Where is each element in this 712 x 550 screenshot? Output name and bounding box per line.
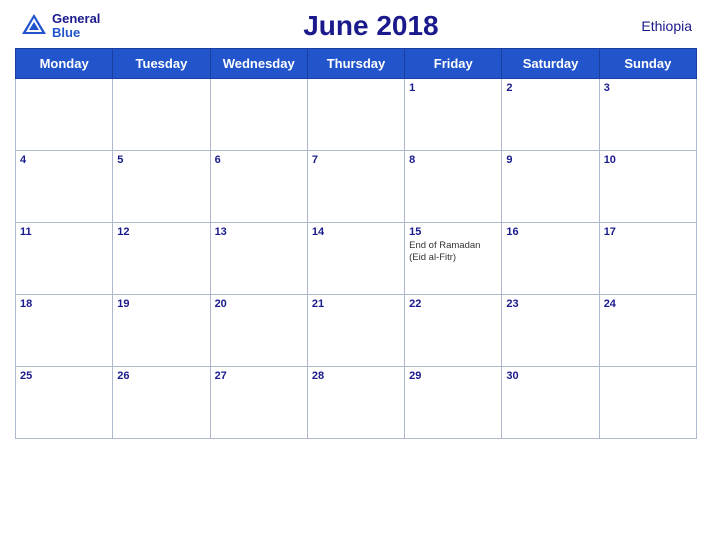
calendar-cell: 17 <box>599 223 696 295</box>
calendar-cell: 2 <box>502 79 599 151</box>
weekday-header-row: MondayTuesdayWednesdayThursdayFridaySatu… <box>16 49 697 79</box>
day-number: 28 <box>312 370 400 382</box>
calendar-cell <box>307 79 404 151</box>
calendar-cell: 14 <box>307 223 404 295</box>
calendar-cell: 4 <box>16 151 113 223</box>
day-number: 9 <box>506 154 594 166</box>
calendar-cell: 18 <box>16 295 113 367</box>
calendar-header: General Blue June 2018 Ethiopia <box>15 10 697 42</box>
calendar-cell: 21 <box>307 295 404 367</box>
calendar-cell: 23 <box>502 295 599 367</box>
day-number: 12 <box>117 226 205 238</box>
day-number: 10 <box>604 154 692 166</box>
day-number: 29 <box>409 370 497 382</box>
calendar-cell: 20 <box>210 295 307 367</box>
calendar-week-row: 25 26 27 28 29 30 <box>16 367 697 439</box>
calendar-cell: 3 <box>599 79 696 151</box>
day-number: 30 <box>506 370 594 382</box>
calendar-cell: 7 <box>307 151 404 223</box>
calendar-cell: 8 <box>405 151 502 223</box>
day-number: 5 <box>117 154 205 166</box>
calendar-cell <box>16 79 113 151</box>
calendar-cell: 13 <box>210 223 307 295</box>
day-number: 27 <box>215 370 303 382</box>
calendar-cell <box>599 367 696 439</box>
weekday-header-saturday: Saturday <box>502 49 599 79</box>
day-number: 26 <box>117 370 205 382</box>
day-number: 20 <box>215 298 303 310</box>
day-number: 8 <box>409 154 497 166</box>
calendar-cell: 1 <box>405 79 502 151</box>
calendar-cell: 22 <box>405 295 502 367</box>
weekday-header-monday: Monday <box>16 49 113 79</box>
calendar-week-row: 456789 10 <box>16 151 697 223</box>
calendar-cell: 12 <box>113 223 210 295</box>
calendar-cell: 15 End of Ramadan (Eid al-Fitr) <box>405 223 502 295</box>
day-number: 7 <box>312 154 400 166</box>
day-number: 14 <box>312 226 400 238</box>
day-number: 16 <box>506 226 594 238</box>
calendar-cell: 10 <box>599 151 696 223</box>
calendar-cell: 19 <box>113 295 210 367</box>
calendar-cell: 30 <box>502 367 599 439</box>
calendar-week-row: 11 12 13 14 15 End of Ramadan (Eid al-Fitr) 16… <box>16 223 697 295</box>
day-number: 13 <box>215 226 303 238</box>
day-event: End of Ramadan (Eid al-Fitr) <box>409 240 497 265</box>
weekday-header-tuesday: Tuesday <box>113 49 210 79</box>
logo-icon <box>20 12 48 40</box>
day-number: 21 <box>312 298 400 310</box>
calendar-week-row: 18 19 20 21 22 23 24 <box>16 295 697 367</box>
logo-text: General Blue <box>52 12 100 41</box>
calendar-cell: 25 <box>16 367 113 439</box>
calendar-cell: 27 <box>210 367 307 439</box>
day-number: 3 <box>604 82 692 94</box>
weekday-header-sunday: Sunday <box>599 49 696 79</box>
day-number: 15 <box>409 226 497 238</box>
day-number: 23 <box>506 298 594 310</box>
day-number: 6 <box>215 154 303 166</box>
calendar-cell <box>113 79 210 151</box>
calendar-cell: 5 <box>113 151 210 223</box>
calendar-cell: 16 <box>502 223 599 295</box>
calendar-cell: 28 <box>307 367 404 439</box>
day-number: 2 <box>506 82 594 94</box>
calendar-table: MondayTuesdayWednesdayThursdayFridaySatu… <box>15 48 697 439</box>
day-number: 17 <box>604 226 692 238</box>
weekday-header-thursday: Thursday <box>307 49 404 79</box>
day-number: 4 <box>20 154 108 166</box>
weekday-header-friday: Friday <box>405 49 502 79</box>
calendar-cell: 6 <box>210 151 307 223</box>
day-number: 25 <box>20 370 108 382</box>
page: General Blue June 2018 Ethiopia MondayTu… <box>0 0 712 550</box>
country-label: Ethiopia <box>641 18 692 34</box>
day-number: 22 <box>409 298 497 310</box>
calendar-cell: 11 <box>16 223 113 295</box>
day-number: 24 <box>604 298 692 310</box>
calendar-week-row: 123 <box>16 79 697 151</box>
day-number: 18 <box>20 298 108 310</box>
calendar-cell: 9 <box>502 151 599 223</box>
calendar-title: June 2018 <box>303 10 438 42</box>
logo: General Blue <box>20 12 100 41</box>
day-number: 19 <box>117 298 205 310</box>
weekday-header-wednesday: Wednesday <box>210 49 307 79</box>
day-number: 11 <box>20 226 108 238</box>
calendar-cell: 24 <box>599 295 696 367</box>
calendar-cell <box>210 79 307 151</box>
calendar-cell: 26 <box>113 367 210 439</box>
calendar-cell: 29 <box>405 367 502 439</box>
day-number: 1 <box>409 82 497 94</box>
